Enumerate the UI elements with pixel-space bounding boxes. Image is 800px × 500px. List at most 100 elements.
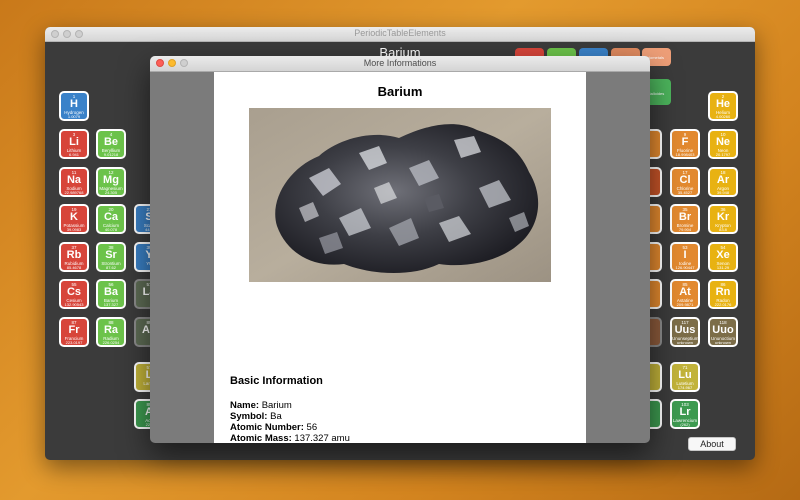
element-mass: 226.0254 — [102, 340, 120, 345]
element-mass: 39.948 — [716, 190, 730, 195]
element-mass: 18.998403 — [675, 152, 695, 157]
property-atomic-number-value: 56 — [306, 422, 318, 433]
element-mass: unknown — [676, 340, 693, 345]
element-tile-lu[interactable]: 71 Lu Lutetium 174.967 — [670, 362, 700, 392]
info-content-page[interactable]: Barium Basic Information Name: Barium Sy… — [214, 72, 586, 443]
property-atomic-mass-label: Atomic Mass: — [230, 433, 292, 443]
element-mass: 222.0176 — [714, 302, 732, 307]
element-mass: 126.90447 — [675, 265, 695, 270]
info-titlebar: More Informations — [150, 56, 650, 72]
element-symbol: Rb — [66, 249, 82, 261]
element-symbol: Na — [66, 174, 82, 186]
element-tile-fr[interactable]: 87 Fr Francium 223.0197 — [59, 317, 89, 347]
element-mass: 223.0197 — [65, 340, 83, 345]
property-atomic-number-label: Atomic Number: — [230, 422, 304, 433]
property-name-label: Name: — [230, 400, 260, 411]
element-tile-ra[interactable]: 88 Ra Radium 226.0254 — [96, 317, 126, 347]
main-titlebar: PeriodicTableElements — [45, 27, 755, 42]
element-tile-lr[interactable]: 103 Lr Lawrencium (262) — [670, 399, 700, 429]
element-symbol: Ra — [103, 324, 119, 336]
element-mass: 1.0079 — [67, 114, 81, 119]
element-mass: 4.00260 — [715, 114, 731, 119]
element-mass: 87.62 — [105, 265, 116, 270]
element-symbol: Ca — [103, 211, 119, 223]
element-mass: 85.4678 — [66, 265, 82, 270]
element-tile-ne[interactable]: 10 Ne Neon 20.1797 — [708, 129, 738, 159]
info-heading: Barium — [377, 84, 423, 99]
element-symbol: Lr — [679, 406, 691, 418]
element-tile-ca[interactable]: 20 Ca Calcium 40.078 — [96, 204, 126, 234]
basic-information-heading: Basic Information — [230, 375, 323, 387]
element-symbol: F — [681, 136, 689, 148]
element-tile-cs[interactable]: 55 Cs Cesium 132.90543 — [59, 279, 89, 309]
property-symbol-value: Ba — [270, 411, 282, 422]
element-tile-sr[interactable]: 38 Sr Strontium 87.62 — [96, 242, 126, 272]
element-mass: 35.4527 — [677, 190, 693, 195]
element-tile-xe[interactable]: 54 Xe Xenon 131.29 — [708, 242, 738, 272]
element-symbol: Uus — [674, 324, 696, 336]
element-mass: 40.078 — [104, 227, 118, 232]
element-symbol: Lu — [678, 369, 692, 381]
element-mass: 39.0983 — [66, 227, 82, 232]
element-mass: 132.90543 — [64, 302, 84, 307]
element-tile-rn[interactable]: 86 Rn Radon 222.0176 — [708, 279, 738, 309]
element-mass: 137.327 — [103, 302, 119, 307]
element-tile-ar[interactable]: 18 Ar Argon 39.948 — [708, 167, 738, 197]
element-mass: 131.29 — [716, 265, 730, 270]
element-symbol: Uuo — [712, 324, 734, 336]
element-symbol: Be — [103, 136, 119, 148]
element-symbol: Sr — [105, 249, 117, 261]
element-mass: (262) — [680, 422, 690, 427]
element-tile-li[interactable]: 3 Li Lithium 6.941 — [59, 129, 89, 159]
element-tile-uus[interactable]: 117 Uus Ununseptium unknown — [670, 317, 700, 347]
element-tile-he[interactable]: 2 He Helium 4.00260 — [708, 91, 738, 121]
element-mass: 174.967 — [677, 385, 693, 390]
element-tile-mg[interactable]: 12 Mg Magnesium 24.305 — [96, 167, 126, 197]
element-tile-cl[interactable]: 17 Cl Chlorine 35.4527 — [670, 167, 700, 197]
element-tile-k[interactable]: 19 K Potassium 39.0983 — [59, 204, 89, 234]
element-tile-at[interactable]: 85 At Astatine 209.9871 — [670, 279, 700, 309]
element-symbol: Ne — [715, 136, 731, 148]
property-atomic-mass-value: 137.327 amu — [294, 433, 350, 443]
element-symbol: Rn — [715, 286, 731, 298]
about-button[interactable]: About — [688, 437, 736, 451]
element-symbol: H — [70, 98, 78, 110]
element-symbol: Ba — [103, 286, 119, 298]
element-mass: 24.305 — [104, 190, 118, 195]
property-name-value: Barium — [261, 400, 292, 411]
element-tile-br[interactable]: 35 Br Bromine 79.904 — [670, 204, 700, 234]
property-symbol-label: Symbol: — [230, 411, 268, 422]
element-tile-f[interactable]: 9 F Fluorine 18.998403 — [670, 129, 700, 159]
element-symbol: At — [679, 286, 691, 298]
element-mass: 22.989768 — [64, 190, 84, 195]
element-mass: 6.941 — [68, 152, 79, 157]
element-symbol: Cl — [679, 174, 691, 186]
element-tile-kr[interactable]: 36 Kr Krypton 83.8 — [708, 204, 738, 234]
property-atomic-number: Atomic Number: 56 — [230, 422, 317, 433]
element-mass: unknown — [714, 340, 731, 345]
element-symbol: I — [683, 249, 687, 261]
main-window-title: PeriodicTableElements — [354, 28, 446, 38]
info-window-title: More Informations — [363, 58, 437, 68]
element-mass: 79.904 — [678, 227, 692, 232]
element-tile-na[interactable]: 11 Na Sodium 22.989768 — [59, 167, 89, 197]
element-tile-uuo[interactable]: 118 Uuo Ununoctium unknown — [708, 317, 738, 347]
element-tile-be[interactable]: 4 Be Beryllium 9.01218 — [96, 129, 126, 159]
element-tile-i[interactable]: 53 I Iodine 126.90447 — [670, 242, 700, 272]
element-symbol: Ar — [716, 174, 730, 186]
element-tile-h[interactable]: 1 H Hydrogen 1.0079 — [59, 91, 89, 121]
element-mass: 209.9871 — [676, 302, 694, 307]
element-symbol: He — [715, 98, 731, 110]
more-info-window: More Informations Barium Basic Informati… — [150, 56, 650, 443]
element-mass: 9.01218 — [103, 152, 119, 157]
element-symbol: Li — [69, 136, 79, 148]
element-mass: 83.8 — [719, 227, 727, 232]
element-tile-ba[interactable]: 56 Ba Barium 137.327 — [96, 279, 126, 309]
property-atomic-mass: Atomic Mass: 137.327 amu — [230, 433, 350, 443]
element-symbol: K — [70, 211, 78, 223]
element-mass: 20.1797 — [715, 152, 731, 157]
element-symbol: Kr — [716, 211, 730, 223]
element-symbol: Mg — [103, 174, 119, 186]
element-tile-rb[interactable]: 37 Rb Rubidium 85.4678 — [59, 242, 89, 272]
property-symbol: Symbol: Ba — [230, 411, 282, 422]
